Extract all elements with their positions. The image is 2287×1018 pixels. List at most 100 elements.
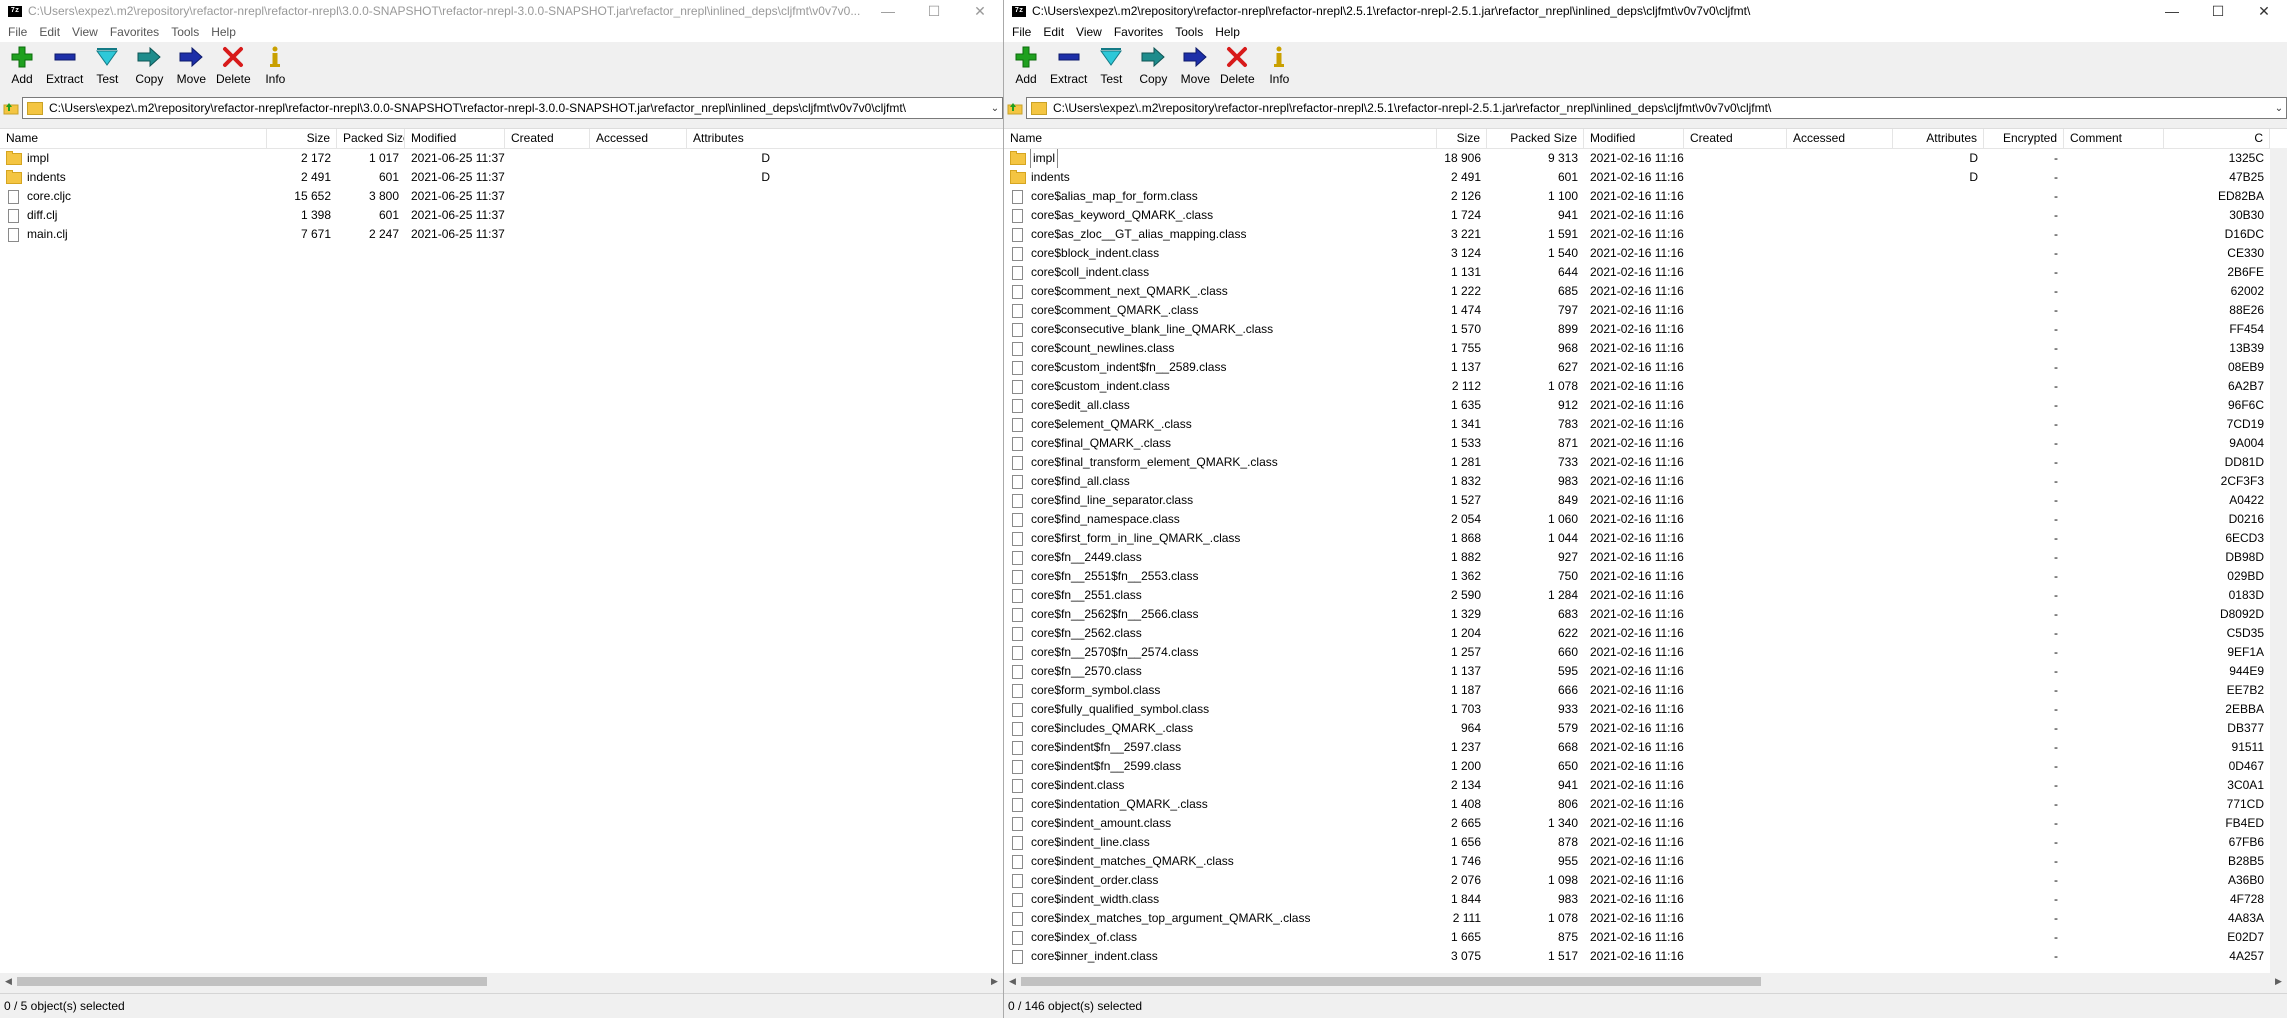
maximize-button[interactable]: ☐ bbox=[911, 0, 957, 22]
test-button[interactable]: Test bbox=[1093, 44, 1129, 86]
list-item[interactable]: core$as_zloc__GT_alias_mapping.class 3 22… bbox=[1004, 225, 2287, 244]
column-header-comment[interactable]: Comment bbox=[2064, 129, 2164, 148]
add-button[interactable]: Add bbox=[1008, 44, 1044, 86]
list-item[interactable]: core$fn__2551$fn__2553.class 1 362 750 2021… bbox=[1004, 567, 2287, 586]
move-button[interactable]: Move bbox=[1177, 44, 1213, 86]
column-header-modified[interactable]: Modified bbox=[405, 129, 505, 148]
list-item[interactable]: core$form_symbol.class 1 187 666 2021-02-16… bbox=[1004, 681, 2287, 700]
list-item[interactable]: core$fully_qualified_symbol.class 1 703 93… bbox=[1004, 700, 2287, 719]
chevron-down-icon[interactable]: ⌄ bbox=[2272, 103, 2286, 114]
close-button[interactable]: ✕ bbox=[2241, 0, 2287, 22]
list-item[interactable]: core.cljc 15 652 3 800 2021-06-25 11:37 bbox=[0, 187, 1003, 206]
list-item[interactable]: core$indent$fn__2597.class 1 237 668 2021-0… bbox=[1004, 738, 2287, 757]
file-list[interactable]: Name Size Packed Size Modified Created A… bbox=[1004, 128, 2287, 990]
menu-edit[interactable]: Edit bbox=[1039, 25, 1072, 39]
menu-favorites[interactable]: Favorites bbox=[1110, 25, 1171, 39]
delete-button[interactable]: Delete bbox=[215, 44, 251, 86]
list-item[interactable]: diff.clj 1 398 601 2021-06-25 11:37 bbox=[0, 206, 1003, 225]
delete-button[interactable]: Delete bbox=[1219, 44, 1255, 86]
file-list[interactable]: Name Size Packed Size Modified Created A… bbox=[0, 128, 1003, 990]
list-item[interactable]: core$count_newlines.class 1 755 968 2021-02… bbox=[1004, 339, 2287, 358]
menu-tools[interactable]: Tools bbox=[167, 25, 207, 39]
horizontal-scrollbar[interactable]: ◀ ▶ bbox=[0, 973, 1003, 990]
list-item[interactable]: core$coll_indent.class 1 131 644 2021-02-16… bbox=[1004, 263, 2287, 282]
up-folder-button[interactable] bbox=[0, 98, 22, 118]
list-item[interactable]: impl 18 906 9 313 2021-02-16 11:16 D - 1325C bbox=[1004, 149, 2287, 168]
list-item[interactable]: core$find_all.class 1 832 983 2021-02-16 11… bbox=[1004, 472, 2287, 491]
list-item[interactable]: core$final_QMARK_.class 1 533 871 2021-02-1… bbox=[1004, 434, 2287, 453]
menu-favorites[interactable]: Favorites bbox=[106, 25, 167, 39]
list-item[interactable]: core$indent_amount.class 2 665 1 340 2021-0… bbox=[1004, 814, 2287, 833]
column-header-created[interactable]: Created bbox=[1684, 129, 1787, 148]
column-header-accessed[interactable]: Accessed bbox=[590, 129, 687, 148]
path-field[interactable]: C:\Users\expez\.m2\repository\refactor-n… bbox=[1026, 97, 2287, 119]
list-item[interactable]: core$consecutive_blank_line_QMARK_.class… bbox=[1004, 320, 2287, 339]
menu-help[interactable]: Help bbox=[1211, 25, 1248, 39]
list-item[interactable]: core$fn__2562.class 1 204 622 2021-02-16 11… bbox=[1004, 624, 2287, 643]
column-header-name[interactable]: Name bbox=[1004, 129, 1437, 148]
add-button[interactable]: Add bbox=[4, 44, 40, 86]
info-button[interactable]: Info bbox=[1261, 44, 1297, 86]
list-item[interactable]: core$fn__2551.class 2 590 1 284 2021-02-16 … bbox=[1004, 586, 2287, 605]
list-item[interactable]: core$first_form_in_line_QMARK_.class 1 86… bbox=[1004, 529, 2287, 548]
column-header-attributes[interactable]: Attributes bbox=[1893, 129, 1984, 148]
column-header-encrypted[interactable]: Encrypted bbox=[1984, 129, 2064, 148]
list-item[interactable]: core$fn__2570$fn__2574.class 1 257 660 2021… bbox=[1004, 643, 2287, 662]
menu-edit[interactable]: Edit bbox=[35, 25, 68, 39]
menu-file[interactable]: File bbox=[1008, 25, 1039, 39]
move-button[interactable]: Move bbox=[173, 44, 209, 86]
list-item[interactable]: core$indent_order.class 2 076 1 098 2021-02… bbox=[1004, 871, 2287, 890]
list-item[interactable]: main.clj 7 671 2 247 2021-06-25 11:37 bbox=[0, 225, 1003, 244]
list-item[interactable]: core$indent_line.class 1 656 878 2021-02-16… bbox=[1004, 833, 2287, 852]
list-item[interactable]: core$includes_QMARK_.class 964 579 2021-02-… bbox=[1004, 719, 2287, 738]
list-item[interactable]: core$fn__2449.class 1 882 927 2021-02-16 11… bbox=[1004, 548, 2287, 567]
list-item[interactable]: core$element_QMARK_.class 1 341 783 2021-02… bbox=[1004, 415, 2287, 434]
copy-button[interactable]: Copy bbox=[131, 44, 167, 86]
menu-tools[interactable]: Tools bbox=[1171, 25, 1211, 39]
list-item[interactable]: core$comment_QMARK_.class 1 474 797 2021-02… bbox=[1004, 301, 2287, 320]
copy-button[interactable]: Copy bbox=[1135, 44, 1171, 86]
path-field[interactable]: C:\Users\expez\.m2\repository\refactor-n… bbox=[22, 97, 1003, 119]
menu-help[interactable]: Help bbox=[207, 25, 244, 39]
scroll-right-arrow-icon[interactable]: ▶ bbox=[986, 976, 1003, 987]
minimize-button[interactable]: — bbox=[2149, 0, 2195, 22]
list-item[interactable]: indents 2 491 601 2021-02-16 11:16 D - 47B25 bbox=[1004, 168, 2287, 187]
list-item[interactable]: core$find_line_separator.class 1 527 849 20… bbox=[1004, 491, 2287, 510]
list-item[interactable]: core$fn__2570.class 1 137 595 2021-02-16 11… bbox=[1004, 662, 2287, 681]
close-button[interactable]: ✕ bbox=[957, 0, 1003, 22]
list-item[interactable]: core$comment_next_QMARK_.class 1 222 685 20… bbox=[1004, 282, 2287, 301]
scroll-left-arrow-icon[interactable]: ◀ bbox=[0, 976, 17, 987]
column-header-size[interactable]: Size bbox=[1437, 129, 1487, 148]
column-header-packed-size[interactable]: Packed Size bbox=[337, 129, 405, 148]
list-item[interactable]: core$custom_indent$fn__2589.class 1 137 62… bbox=[1004, 358, 2287, 377]
scrollbar-thumb[interactable] bbox=[17, 977, 487, 986]
chevron-down-icon[interactable]: ⌄ bbox=[988, 103, 1002, 114]
list-item[interactable]: core$edit_all.class 1 635 912 2021-02-16 11… bbox=[1004, 396, 2287, 415]
horizontal-scrollbar[interactable]: ◀ ▶ bbox=[1004, 973, 2287, 990]
column-header-name[interactable]: Name bbox=[0, 129, 267, 148]
maximize-button[interactable]: ☐ bbox=[2195, 0, 2241, 22]
column-header-crc[interactable]: C bbox=[2164, 129, 2270, 148]
column-header-modified[interactable]: Modified bbox=[1584, 129, 1684, 148]
list-item[interactable]: core$indent.class 2 134 941 2021-02-16 11:1… bbox=[1004, 776, 2287, 795]
vertical-scrollbar[interactable] bbox=[2270, 148, 2287, 973]
list-item[interactable]: indents 2 491 601 2021-06-25 11:37 D bbox=[0, 168, 1003, 187]
list-item[interactable]: core$indentation_QMARK_.class 1 408 806 202… bbox=[1004, 795, 2287, 814]
column-header-attributes[interactable]: Attributes bbox=[687, 129, 784, 148]
extract-button[interactable]: Extract bbox=[1050, 44, 1087, 86]
column-header-accessed[interactable]: Accessed bbox=[1787, 129, 1893, 148]
scroll-left-arrow-icon[interactable]: ◀ bbox=[1004, 976, 1021, 987]
column-header-created[interactable]: Created bbox=[505, 129, 590, 148]
scrollbar-thumb[interactable] bbox=[1021, 977, 1761, 986]
list-item[interactable]: core$as_keyword_QMARK_.class 1 724 941 2021… bbox=[1004, 206, 2287, 225]
list-item[interactable]: core$block_indent.class 3 124 1 540 2021-02… bbox=[1004, 244, 2287, 263]
up-folder-button[interactable] bbox=[1004, 98, 1026, 118]
column-header-packed-size[interactable]: Packed Size bbox=[1487, 129, 1584, 148]
menu-file[interactable]: File bbox=[4, 25, 35, 39]
list-item[interactable]: core$alias_map_for_form.class 2 126 1 100 2… bbox=[1004, 187, 2287, 206]
list-item[interactable]: core$fn__2562$fn__2566.class 1 329 683 2021… bbox=[1004, 605, 2287, 624]
minimize-button[interactable]: — bbox=[865, 0, 911, 22]
scroll-right-arrow-icon[interactable]: ▶ bbox=[2270, 976, 2287, 987]
list-item[interactable]: core$find_namespace.class 2 054 1 060 2021-… bbox=[1004, 510, 2287, 529]
menu-view[interactable]: View bbox=[68, 25, 106, 39]
